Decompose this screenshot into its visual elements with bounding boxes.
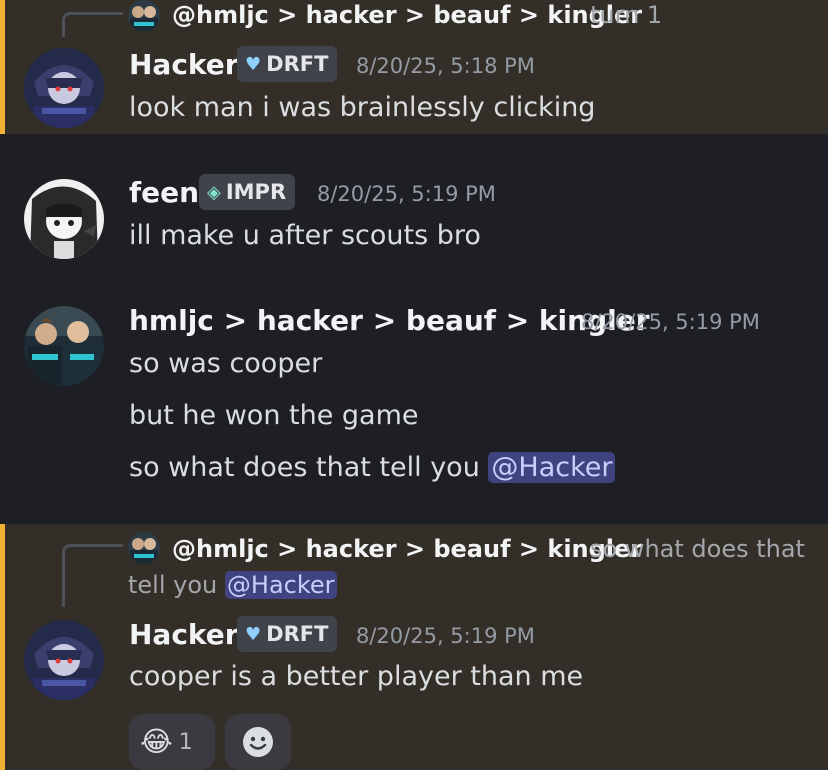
message-hacker-1[interactable]: @hmljc > hacker > beauf > kingler turn 1… <box>0 0 828 134</box>
badge-label: DRFT <box>266 52 329 76</box>
badge-drft[interactable]: ♥ DRFT <box>237 616 338 652</box>
badge-label: IMPR <box>225 180 287 204</box>
badge-label: DRFT <box>266 622 329 646</box>
add-reaction-smiley-icon <box>243 727 273 757</box>
badge-drft[interactable]: ♥ DRFT <box>237 46 338 82</box>
reply-spine <box>62 12 123 37</box>
avatar-hacker[interactable] <box>24 620 104 700</box>
message-text: so what does that tell you @Hacker <box>129 448 616 488</box>
laughing-emoji-icon: 😂 <box>140 725 173 758</box>
reply-preview-text[interactable]: turn 1 <box>590 0 662 30</box>
avatar-hacker[interactable] <box>24 48 104 128</box>
message-text: ill make u after scouts bro <box>129 220 481 251</box>
message-text: but he won the game <box>129 400 419 431</box>
badge-impr[interactable]: ◈ IMPR <box>199 174 296 210</box>
author-name[interactable]: feen <box>129 174 199 212</box>
author-name[interactable]: hmljc > hacker > beauf > kingler <box>129 302 650 340</box>
diamond-sparkle-icon: ◈ <box>207 181 221 203</box>
heart-shield-icon: ♥ <box>245 53 262 75</box>
timestamp[interactable]: 8/20/25, 5:19 PM <box>581 309 760 335</box>
message-hmljc[interactable]: hmljc > hacker > beauf > kingler 8/20/25… <box>0 268 828 524</box>
timestamp[interactable]: 8/20/25, 5:18 PM <box>356 53 535 79</box>
message-text: so was cooper <box>129 348 323 379</box>
message-text-part: so what does that tell you <box>129 452 480 483</box>
reply-spine <box>62 544 123 607</box>
reply-author[interactable]: @hmljc > hacker > beauf > kingler <box>172 534 642 564</box>
message-text: look man i was brainlessly clicking <box>129 92 596 123</box>
reply-preview-text[interactable]: so what does that <box>590 534 805 564</box>
timestamp[interactable]: 8/20/25, 5:19 PM <box>356 623 535 649</box>
avatar-feen[interactable] <box>24 179 104 259</box>
reply-avatar[interactable] <box>128 532 160 564</box>
author-name[interactable]: Hacker <box>129 616 239 654</box>
message-hacker-2[interactable]: @hmljc > hacker > beauf > kingler so wha… <box>0 524 828 770</box>
reaction-count: 1 <box>178 729 193 755</box>
user-mention[interactable]: @Hacker <box>224 571 337 599</box>
timestamp[interactable]: 8/20/25, 5:19 PM <box>317 181 496 207</box>
reply-preview-text[interactable]: tell you @Hacker <box>128 570 337 600</box>
message-text: cooper is a better player than me <box>129 661 584 692</box>
user-mention[interactable]: @Hacker <box>488 452 616 483</box>
reply-avatar[interactable] <box>128 0 160 32</box>
heart-shield-icon: ♥ <box>245 623 262 645</box>
reaction-laugh[interactable]: 😂 1 <box>129 714 215 770</box>
message-feen[interactable]: feen ◈ IMPR 8/20/25, 5:19 PM ill make u … <box>0 134 828 268</box>
author-name[interactable]: Hacker <box>129 46 239 84</box>
add-reaction-button[interactable] <box>225 714 291 770</box>
reply-preview-part: tell you <box>128 571 218 599</box>
reply-author[interactable]: @hmljc > hacker > beauf > kingler <box>172 0 642 30</box>
avatar-hmljc[interactable] <box>24 306 104 386</box>
